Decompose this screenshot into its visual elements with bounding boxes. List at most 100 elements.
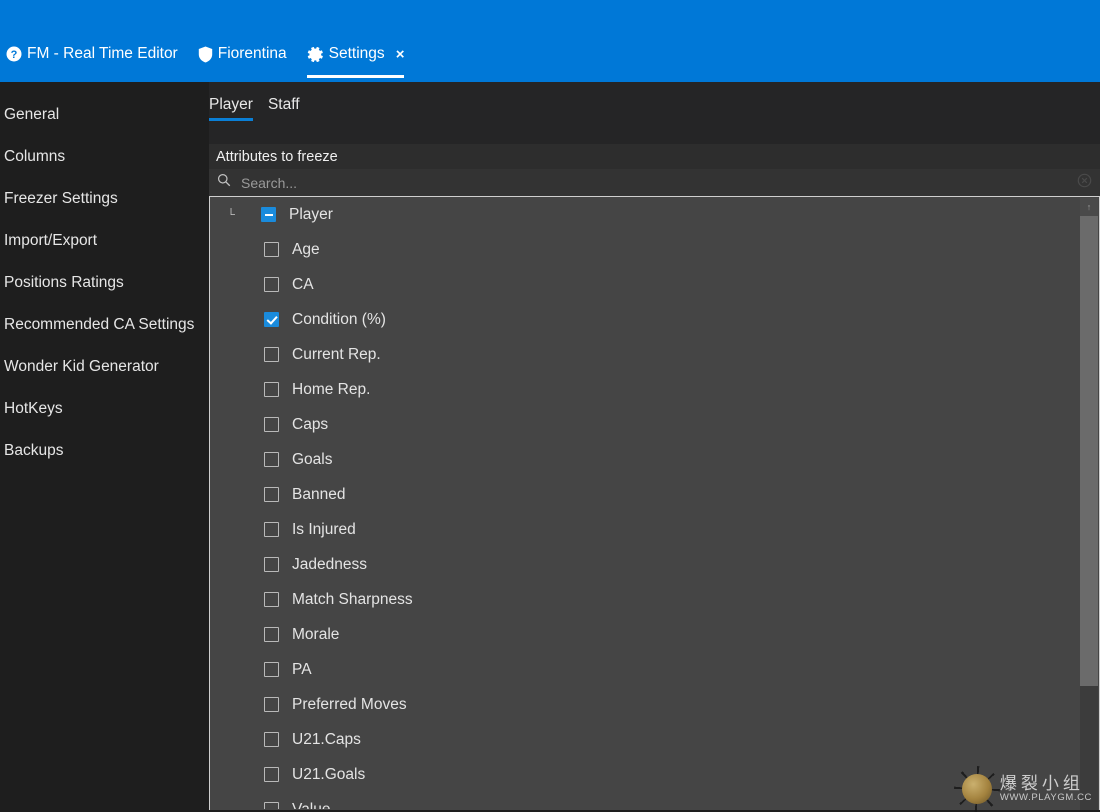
tab-settings[interactable]: Settings × bbox=[301, 38, 419, 82]
tree-node-caps[interactable]: Caps bbox=[210, 407, 1079, 442]
checkbox-morale[interactable] bbox=[264, 627, 279, 642]
tree-node-label: Jadedness bbox=[292, 556, 367, 574]
scroll-up-button[interactable]: ↑ bbox=[1080, 198, 1098, 216]
checkbox-condition[interactable] bbox=[264, 312, 279, 327]
tree-node-is-injured[interactable]: Is Injured bbox=[210, 512, 1079, 547]
tab-label: Player bbox=[209, 96, 253, 113]
checkbox-goals[interactable] bbox=[264, 452, 279, 467]
search-input[interactable] bbox=[241, 175, 1067, 191]
checkbox-banned[interactable] bbox=[264, 487, 279, 502]
title-bar: ? FM - Real Time Editor Fiorentina Setti… bbox=[0, 0, 1100, 82]
tree-node-label: Age bbox=[292, 241, 320, 259]
tree-node-label: Goals bbox=[292, 451, 333, 469]
chevron-expanded-icon[interactable]: └ bbox=[218, 197, 244, 232]
sidebar-item-positions-ratings[interactable]: Positions Ratings bbox=[0, 262, 209, 304]
checkbox-current-rep[interactable] bbox=[264, 347, 279, 362]
search-icon bbox=[217, 173, 231, 192]
tree-node-label: Player bbox=[289, 206, 333, 224]
tree-node-banned[interactable]: Banned bbox=[210, 477, 1079, 512]
tree-node-label: U21.Goals bbox=[292, 766, 365, 784]
tree-node-label: Caps bbox=[292, 416, 328, 434]
tree-node-goals[interactable]: Goals bbox=[210, 442, 1079, 477]
settings-sidebar: General Columns Freezer Settings Import/… bbox=[0, 82, 209, 810]
tree-node-preferred-moves[interactable]: Preferred Moves bbox=[210, 687, 1079, 722]
tree-node-label: PA bbox=[292, 661, 312, 679]
sidebar-item-label: Wonder Kid Generator bbox=[4, 358, 159, 376]
tab-fm-real-time-editor[interactable]: ? FM - Real Time Editor bbox=[0, 38, 192, 82]
checkbox-preferred-moves[interactable] bbox=[264, 697, 279, 712]
tree-node-u21-caps[interactable]: U21.Caps bbox=[210, 722, 1079, 757]
sidebar-item-label: Backups bbox=[4, 442, 63, 460]
checkbox-pa[interactable] bbox=[264, 662, 279, 677]
sidebar-item-label: Recommended CA Settings bbox=[4, 316, 194, 334]
tree-node-jadedness[interactable]: Jadedness bbox=[210, 547, 1079, 582]
tab-staff[interactable]: Staff bbox=[268, 82, 306, 132]
sidebar-item-label: General bbox=[4, 106, 59, 124]
checkbox-caps[interactable] bbox=[264, 417, 279, 432]
attributes-tree-panel: └ Player Age CA Condition (%) Current Re… bbox=[209, 196, 1100, 810]
tree-node-label: Current Rep. bbox=[292, 346, 381, 364]
gear-icon bbox=[307, 46, 324, 75]
tree-node-player-root[interactable]: └ Player bbox=[210, 197, 1079, 232]
checkbox-match-sharpness[interactable] bbox=[264, 592, 279, 607]
tree-node-match-sharpness[interactable]: Match Sharpness bbox=[210, 582, 1079, 617]
tree-node-morale[interactable]: Morale bbox=[210, 617, 1079, 652]
sidebar-item-label: Columns bbox=[4, 148, 65, 166]
tree-node-label: Preferred Moves bbox=[292, 696, 407, 714]
checkbox-age[interactable] bbox=[264, 242, 279, 257]
tab-player[interactable]: Player bbox=[209, 82, 259, 132]
checkbox-u21-goals[interactable] bbox=[264, 767, 279, 782]
tab-label: FM - Real Time Editor bbox=[27, 46, 178, 74]
sidebar-item-label: Positions Ratings bbox=[4, 274, 124, 292]
sidebar-item-label: HotKeys bbox=[4, 400, 63, 418]
sidebar-item-freezer-settings[interactable]: Freezer Settings bbox=[0, 178, 209, 220]
checkbox-home-rep[interactable] bbox=[264, 382, 279, 397]
tree-node-u21-goals[interactable]: U21.Goals bbox=[210, 757, 1079, 792]
tree-node-label: Banned bbox=[292, 486, 345, 504]
search-bar bbox=[209, 169, 1100, 196]
tree-node-ca[interactable]: CA bbox=[210, 267, 1079, 302]
tree-node-current-rep[interactable]: Current Rep. bbox=[210, 337, 1079, 372]
tree-node-label: Home Rep. bbox=[292, 381, 370, 399]
active-tab-indicator bbox=[307, 75, 405, 78]
tree-node-pa[interactable]: PA bbox=[210, 652, 1079, 687]
tab-label: Staff bbox=[268, 96, 300, 113]
tree-node-condition[interactable]: Condition (%) bbox=[210, 302, 1079, 337]
checkbox-ca[interactable] bbox=[264, 277, 279, 292]
tree-node-value[interactable]: Value bbox=[210, 792, 1079, 809]
checkbox-u21-caps[interactable] bbox=[264, 732, 279, 747]
tree-node-label: Is Injured bbox=[292, 521, 356, 539]
panel-title-label: Attributes to freeze bbox=[216, 149, 338, 165]
sidebar-item-hotkeys[interactable]: HotKeys bbox=[0, 388, 209, 430]
tree-node-label: Value bbox=[292, 801, 331, 810]
checkbox-jadedness[interactable] bbox=[264, 557, 279, 572]
clear-circle-icon[interactable] bbox=[1077, 173, 1092, 193]
sidebar-item-label: Freezer Settings bbox=[4, 190, 118, 208]
tree-node-label: U21.Caps bbox=[292, 731, 361, 749]
close-icon[interactable]: × bbox=[396, 46, 405, 75]
sub-tab-strip: Player Staff bbox=[209, 82, 1100, 132]
tree-scrollbar[interactable]: ↑ bbox=[1080, 198, 1098, 810]
tree-node-label: Morale bbox=[292, 626, 339, 644]
checkbox-player-root[interactable] bbox=[261, 207, 276, 222]
settings-content-pane: Player Staff Attributes to freeze bbox=[209, 82, 1100, 810]
tree-node-home-rep[interactable]: Home Rep. bbox=[210, 372, 1079, 407]
checkbox-is-injured[interactable] bbox=[264, 522, 279, 537]
sidebar-item-columns[interactable]: Columns bbox=[0, 136, 209, 178]
sidebar-item-wonder-kid-generator[interactable]: Wonder Kid Generator bbox=[0, 346, 209, 388]
sidebar-item-recommended-ca-settings[interactable]: Recommended CA Settings bbox=[0, 304, 209, 346]
tree-node-label: Condition (%) bbox=[292, 311, 386, 329]
scrollbar-thumb[interactable] bbox=[1080, 216, 1098, 686]
sidebar-item-import-export[interactable]: Import/Export bbox=[0, 220, 209, 262]
tab-fiorentina[interactable]: Fiorentina bbox=[192, 38, 301, 82]
shield-icon bbox=[198, 46, 213, 75]
tree-node-age[interactable]: Age bbox=[210, 232, 1079, 267]
attributes-tree: └ Player Age CA Condition (%) Current Re… bbox=[210, 197, 1079, 809]
question-circle-icon: ? bbox=[6, 46, 22, 74]
tree-node-label: Match Sharpness bbox=[292, 591, 413, 609]
sidebar-item-general[interactable]: General bbox=[0, 94, 209, 136]
active-subtab-indicator bbox=[209, 118, 253, 121]
checkbox-value[interactable] bbox=[264, 802, 279, 809]
tab-label: Settings bbox=[329, 46, 385, 74]
sidebar-item-backups[interactable]: Backups bbox=[0, 430, 209, 472]
